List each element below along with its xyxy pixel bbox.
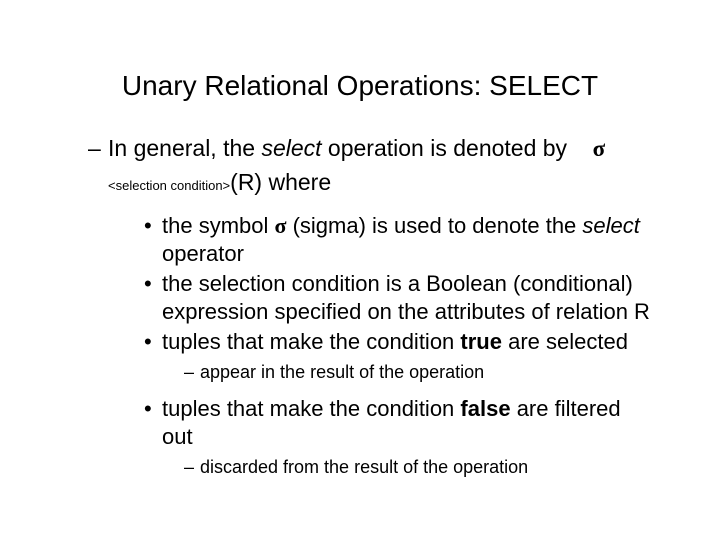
sub-bullet-3-text: appear in the result of the operation — [200, 360, 484, 384]
bullet-3-body: tuples that make the condition true are … — [162, 328, 650, 356]
slide-title: Unary Relational Operations: SELECT — [0, 70, 720, 102]
sigma-icon: σ — [593, 136, 606, 161]
bullet-marker: • — [144, 270, 162, 298]
intro-mid: operation is denoted by — [322, 135, 568, 161]
b3-pre: tuples that make the condition — [162, 329, 460, 354]
b1-select-word: select — [582, 213, 639, 238]
sub-bullet-4-text: discarded from the result of the operati… — [200, 455, 528, 479]
bullet-4-body: tuples that make the condition false are… — [162, 395, 650, 451]
intro-select-word: select — [261, 135, 321, 161]
b1-mid: (sigma) is used to denote the — [286, 213, 582, 238]
bullet-2-body: the selection condition is a Boolean (co… — [162, 270, 650, 326]
bullet-marker: • — [144, 212, 162, 240]
b1-post: operator — [162, 241, 244, 266]
dash-marker: – — [184, 455, 200, 479]
intro-pre: In general, the — [108, 135, 261, 161]
bullet-list: • the symbol σ (sigma) is used to denote… — [88, 212, 650, 480]
bullet-1-body: the symbol σ (sigma) is used to denote t… — [162, 212, 650, 268]
bullet-marker: • — [144, 328, 162, 356]
dash-marker: – — [184, 360, 200, 384]
slide-content: – In general, the select operation is de… — [0, 134, 720, 479]
intro-line2: <selection condition>(R) where — [88, 168, 650, 198]
intro-after-sub: (R) where — [230, 169, 331, 195]
sub-bullet-4: – discarded from the result of the opera… — [144, 455, 650, 479]
bullet-3: • tuples that make the condition true ar… — [144, 328, 650, 356]
sigma-icon: σ — [275, 213, 287, 238]
slide: Unary Relational Operations: SELECT – In… — [0, 0, 720, 540]
selection-condition-subscript: <selection condition> — [108, 178, 230, 193]
bullet-1: • the symbol σ (sigma) is used to denote… — [144, 212, 650, 268]
b4-pre: tuples that make the condition — [162, 396, 460, 421]
b1-pre: the symbol — [162, 213, 275, 238]
b3-bold: true — [460, 329, 502, 354]
bullet-4: • tuples that make the condition false a… — [144, 395, 650, 451]
sub-bullet-3: – appear in the result of the operation — [144, 360, 650, 384]
bullet-2: • the selection condition is a Boolean (… — [144, 270, 650, 326]
bullet-marker: • — [144, 395, 162, 423]
dash-marker: – — [88, 134, 108, 163]
b3-post: are selected — [502, 329, 628, 354]
intro-body: In general, the select operation is deno… — [108, 134, 650, 164]
b4-bold: false — [460, 396, 510, 421]
intro-line: – In general, the select operation is de… — [88, 134, 650, 164]
